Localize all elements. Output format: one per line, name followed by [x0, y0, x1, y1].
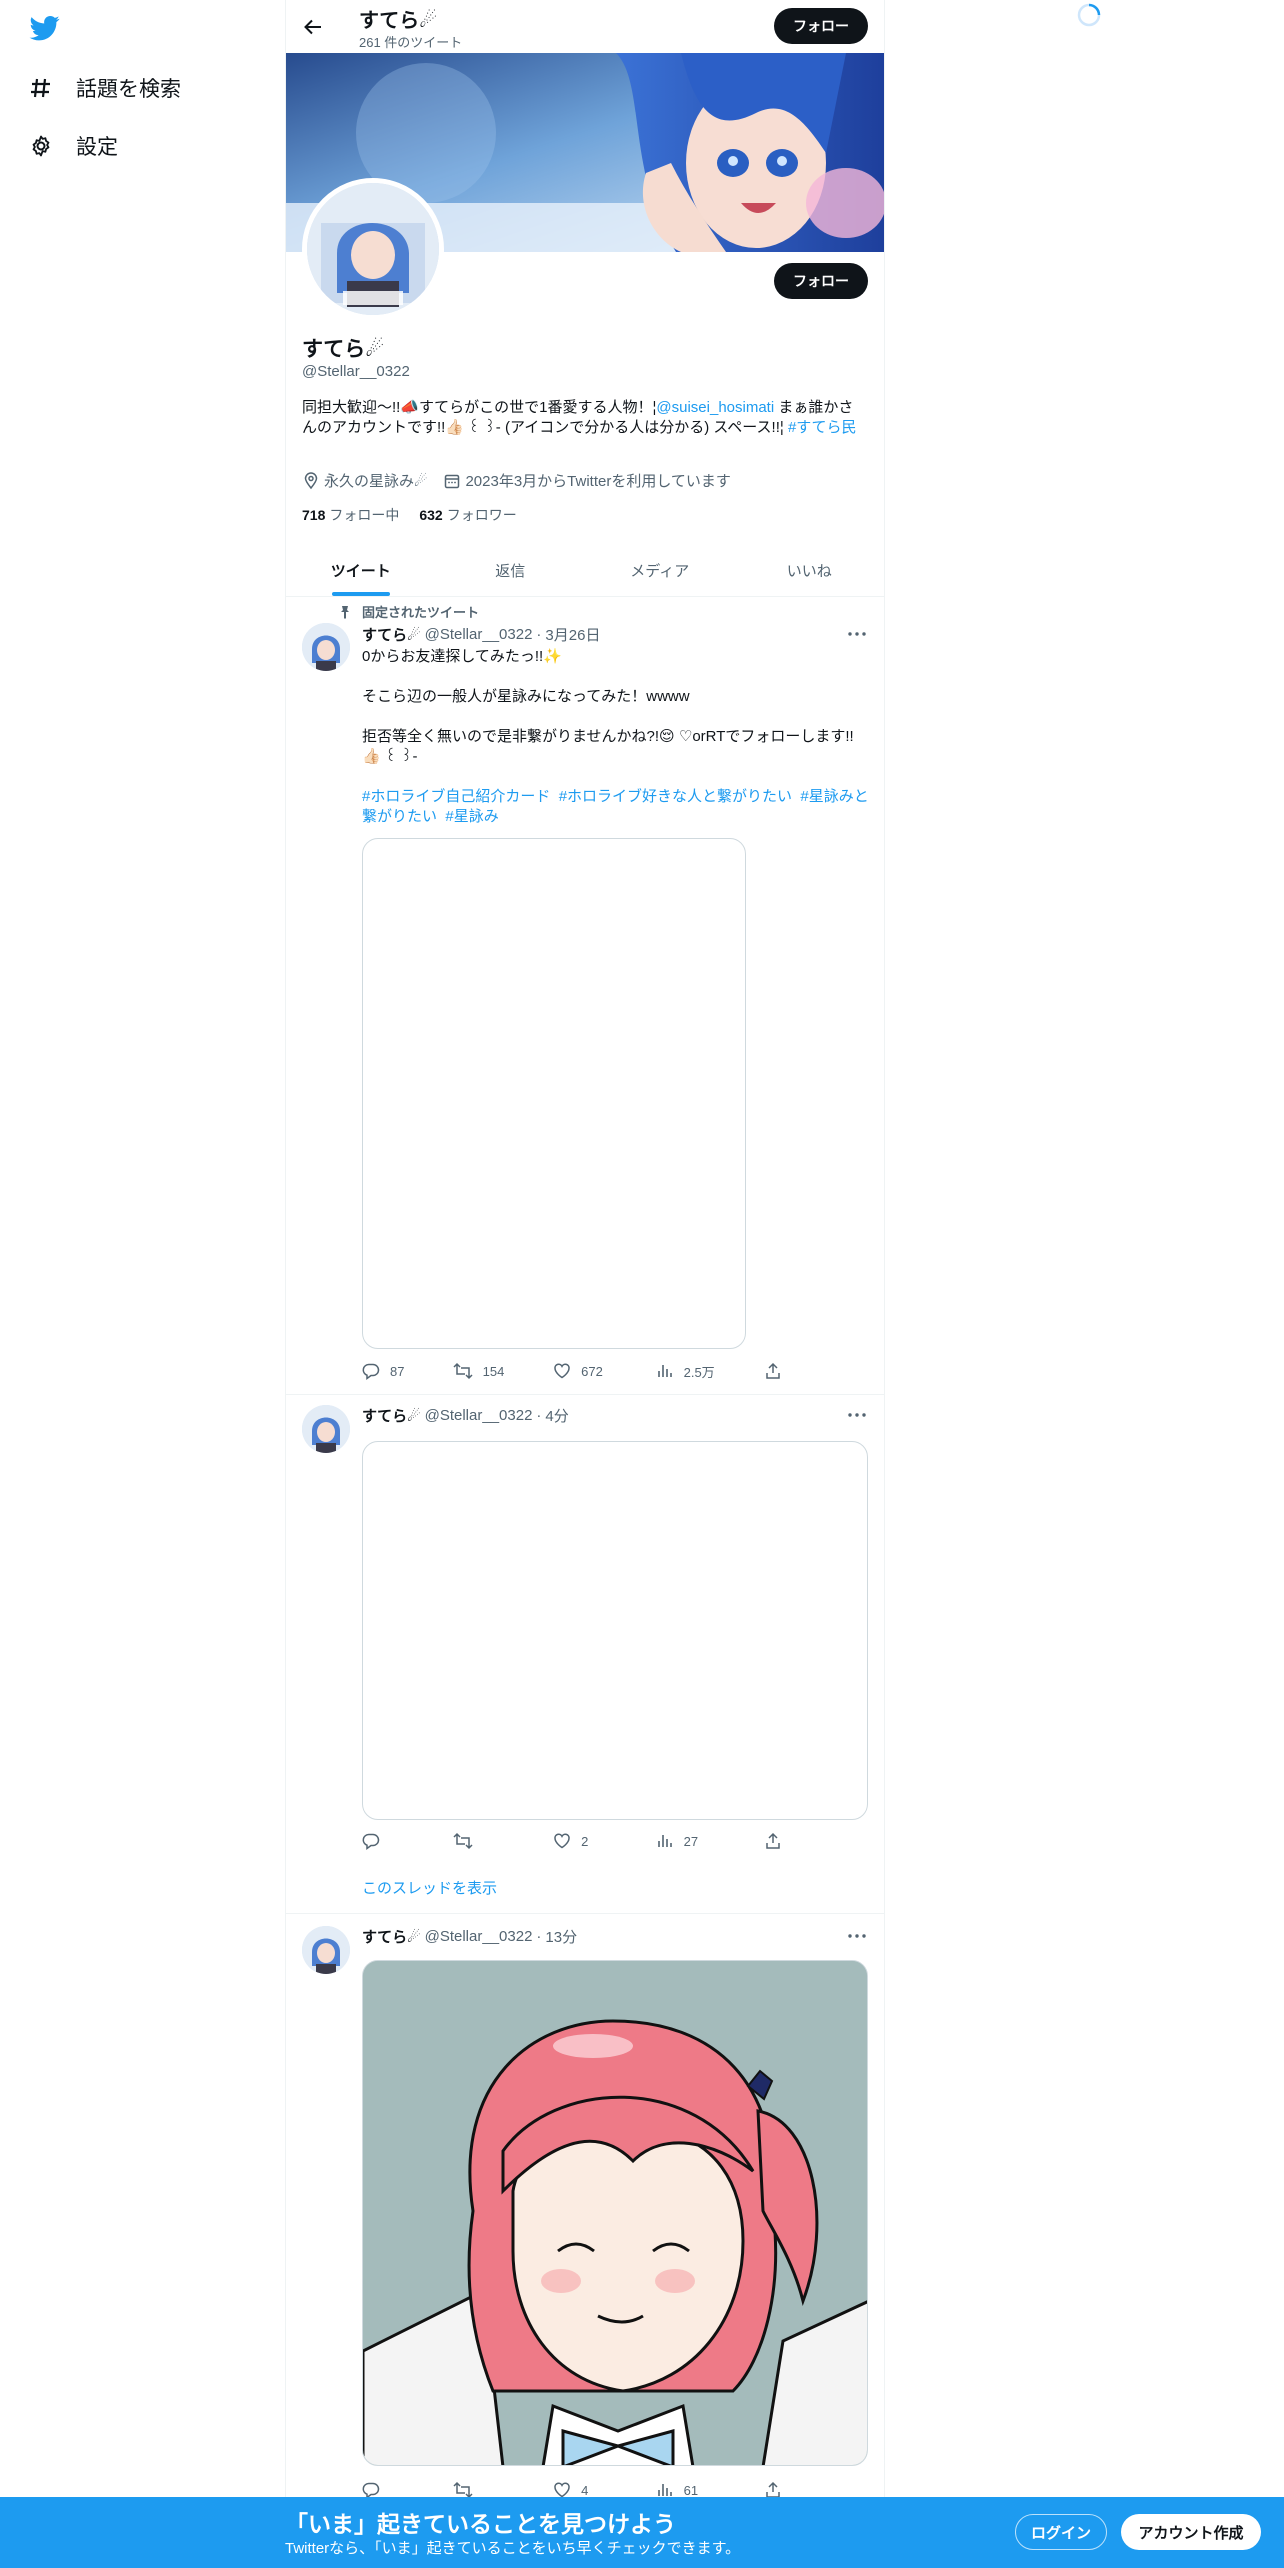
tab-likes[interactable]: いいね [735, 544, 885, 596]
pin-icon [341, 605, 349, 619]
tweet-actions: 2 27 [362, 1831, 792, 1851]
share-icon [766, 1362, 780, 1379]
views-chart-icon [657, 1835, 672, 1847]
hashtag-link[interactable]: #星詠み [445, 808, 498, 825]
profile-meta: 永久の星詠み☄ 2023年3月からTwitterを利用しています [302, 470, 747, 491]
sidebar-item-settings[interactable]: 設定 [28, 131, 118, 161]
tweet[interactable]: すてら☄ @Stellar__0322 · 13分 4 61 [286, 1914, 884, 2514]
tweet-author-name[interactable]: すてら☄ [362, 1405, 421, 1426]
header-profile-name: すてら☄ [359, 10, 438, 32]
hashtag-link[interactable]: #ホロライブ好きな人と繋がりたい [559, 788, 792, 805]
show-thread-link[interactable]: このスレッドを表示 [362, 1877, 497, 1898]
signup-prompt-bar: 「いま」起きていることを見つけよう Twitterなら、「いま」起きていることを… [0, 2497, 1284, 2568]
tweet-time[interactable]: 3月26日 [545, 624, 600, 645]
tweet-author-handle[interactable]: @Stellar__0322 [425, 626, 533, 643]
location-pin-icon [304, 471, 318, 489]
tab-replies[interactable]: 返信 [436, 544, 586, 596]
profile-handle: @Stellar__0322 [302, 363, 410, 380]
bio-mention-link[interactable]: @suisei_hosimati [656, 399, 774, 416]
retweet-button[interactable] [453, 1832, 554, 1850]
tweet-header: すてら☄ @Stellar__0322 · 3月26日 [362, 624, 601, 645]
heart-icon [554, 1833, 570, 1849]
login-button[interactable]: ログイン [1015, 2514, 1107, 2550]
share-button[interactable] [764, 1362, 792, 1380]
twitter-bird-icon[interactable] [28, 13, 62, 43]
tweet-avatar[interactable] [302, 1926, 350, 1974]
sidebar-item-explore[interactable]: 話題を検索 [28, 73, 181, 103]
more-options-icon[interactable] [846, 1406, 868, 1424]
tweet[interactable]: すてら☄ @Stellar__0322 · 4分 2 27 このスレッドを表示 [286, 1395, 884, 1914]
tweet-author-handle[interactable]: @Stellar__0322 [425, 1928, 533, 1945]
signup-prompt-subtitle: Twitterなら、「いま」起きていることをいち早くチェックできます。 [285, 2540, 741, 2557]
tweet-time[interactable]: 13分 [545, 1926, 577, 1947]
profile-tabs: ツイート 返信 メディア いいね [286, 544, 884, 597]
reply-icon [362, 1833, 380, 1850]
tweet-avatar[interactable] [302, 1405, 350, 1453]
tab-tweets[interactable]: ツイート [286, 544, 436, 596]
profile-stats: 718 フォロー中 632 フォロワー [302, 505, 537, 525]
profile-location: 永久の星詠み☄ [302, 470, 427, 491]
more-options-icon[interactable] [846, 1927, 868, 1945]
bio-text: 同担大歓迎〜!!📣すてらがこの世で1番愛する人物！¦ [302, 399, 657, 416]
reply-button[interactable]: 87 [362, 1362, 453, 1380]
share-icon [766, 1832, 780, 1849]
tweet-media-image[interactable] [362, 1441, 868, 1820]
like-button[interactable]: 2 [553, 1832, 655, 1850]
profile-follow-button[interactable]: フォロー [774, 263, 868, 299]
profile-bio: 同担大歓迎〜!!📣すてらがこの世で1番愛する人物！¦@suisei_hosima… [302, 398, 868, 438]
tweet-avatar[interactable] [302, 623, 350, 671]
retweet-icon [453, 1832, 473, 1850]
pinned-label: 固定されたツイート [338, 602, 479, 621]
tweet-text: 0からお友達探してみたっ!!✨ そこら辺の一般人が星詠みになってみた！wwww … [362, 647, 872, 827]
signup-prompt-title: 「いま」起きていることを見つけよう [285, 2511, 676, 2537]
calendar-icon [445, 474, 460, 488]
profile-joined-date: 2023年3月からTwitterを利用しています [443, 470, 731, 491]
tweet-author-handle[interactable]: @Stellar__0322 [425, 1407, 533, 1424]
reply-icon [362, 1363, 380, 1380]
more-options-icon[interactable] [846, 625, 868, 643]
tweet-pinned[interactable]: 固定されたツイート すてら☄ @Stellar__0322 · 3月26日 0か… [286, 597, 884, 1395]
tweet-media-image[interactable] [362, 1960, 868, 2466]
tweet-time[interactable]: 4分 [545, 1405, 568, 1426]
heart-icon [554, 1363, 570, 1379]
profile-name: すてら☄ [302, 338, 385, 361]
back-arrow-icon[interactable] [300, 14, 326, 40]
tweet-actions: 87 154 672 2.5万 [362, 1361, 792, 1381]
tweet-author-name[interactable]: すてら☄ [362, 1926, 421, 1947]
profile-timeline: すてら☄ 261 件のツイート フォロー フォロー すてら☄ @Stellar_… [285, 0, 885, 2568]
tab-media[interactable]: メディア [585, 544, 735, 596]
sidebar-item-label: 話題を検索 [76, 78, 181, 101]
profile-avatar[interactable] [302, 178, 444, 320]
followers-link[interactable]: 632 フォロワー [419, 505, 516, 525]
retweet-button[interactable]: 154 [453, 1362, 554, 1380]
share-button[interactable] [764, 1832, 792, 1850]
hashtag-link[interactable]: #ホロライブ自己紹介カード [362, 788, 550, 805]
header-follow-button[interactable]: フォロー [774, 8, 868, 44]
profile-header-bar: すてら☄ 261 件のツイート フォロー [286, 0, 884, 53]
like-button[interactable]: 672 [553, 1362, 655, 1380]
reply-button[interactable] [362, 1832, 453, 1850]
views-button[interactable]: 27 [656, 1832, 764, 1850]
hashtag-icon [28, 75, 54, 101]
loading-spinner-icon [1077, 3, 1101, 27]
tweet-author-name[interactable]: すてら☄ [362, 624, 421, 645]
tweet-header: すてら☄ @Stellar__0322 · 13分 [362, 1926, 578, 1947]
tweet-header: すてら☄ @Stellar__0322 · 4分 [362, 1405, 569, 1426]
gear-icon [28, 133, 54, 159]
header-tweet-count: 261 件のツイート [359, 35, 463, 50]
following-link[interactable]: 718 フォロー中 [302, 505, 399, 525]
views-button[interactable]: 2.5万 [656, 1362, 764, 1381]
sidebar-item-label: 設定 [76, 136, 118, 159]
retweet-icon [453, 1362, 473, 1380]
views-chart-icon [657, 1365, 672, 1377]
tweet-media-image[interactable] [362, 838, 746, 1349]
tweet-hashtags: #ホロライブ自己紹介カード #ホロライブ好きな人と繋がりたい #星詠みと繋がりた… [362, 787, 872, 827]
bio-hashtag-link[interactable]: #すてら民 [788, 419, 857, 436]
signup-button[interactable]: アカウント作成 [1121, 2514, 1261, 2550]
